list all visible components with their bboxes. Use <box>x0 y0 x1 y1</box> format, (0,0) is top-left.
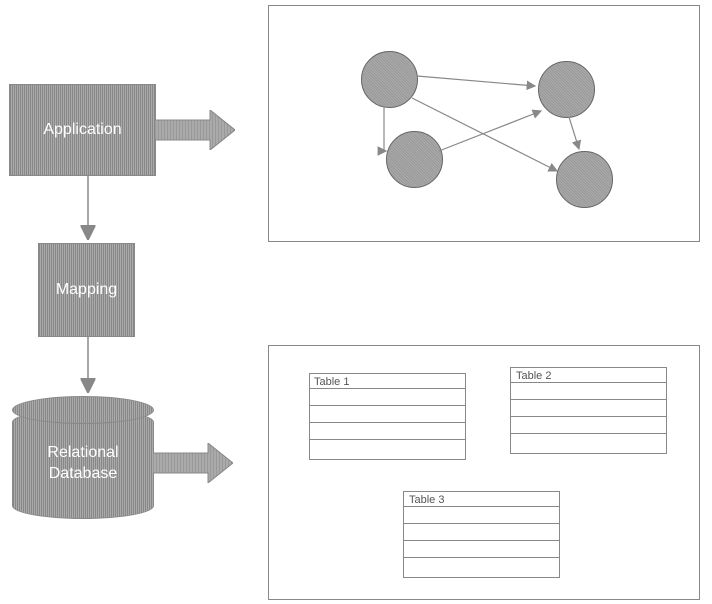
node-3 <box>386 131 443 188</box>
node-4 <box>556 151 613 208</box>
tables-panel: Table 1 Table 2 Table 3 <box>268 345 700 600</box>
node-1 <box>361 51 418 108</box>
table2 <box>510 367 667 454</box>
block-arrow-app <box>155 110 235 150</box>
database-label: Relational Database <box>47 443 118 485</box>
graph-edges <box>269 6 699 241</box>
mapping-label: Mapping <box>56 280 117 301</box>
mapping-box: Mapping <box>38 243 135 337</box>
table3 <box>403 491 560 578</box>
application-box: Application <box>9 84 156 176</box>
table1 <box>309 373 466 460</box>
graph-panel <box>268 5 700 242</box>
arrow-app-to-mapping <box>78 175 98 245</box>
block-arrow-db <box>153 443 233 483</box>
database-cylinder: Relational Database <box>12 409 152 517</box>
node-2 <box>538 61 595 118</box>
application-label: Application <box>43 120 121 141</box>
arrow-mapping-to-db <box>78 336 98 398</box>
